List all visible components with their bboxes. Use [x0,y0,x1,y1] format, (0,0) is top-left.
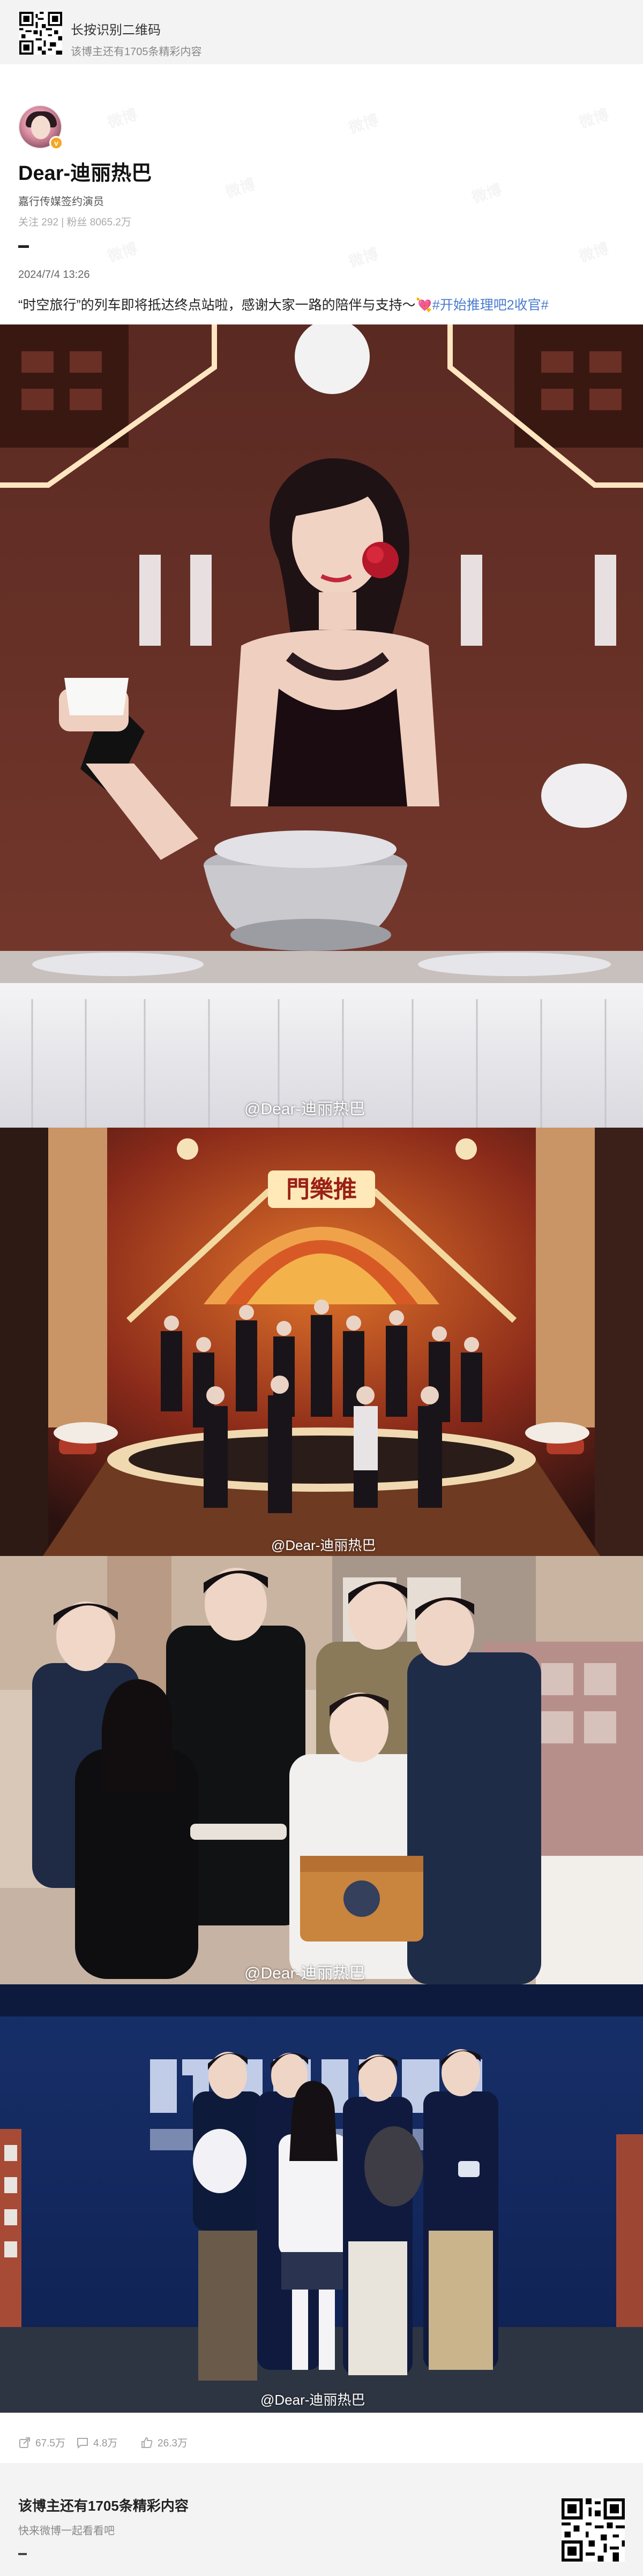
divider [18,2553,27,2555]
bottom-qr-banner [0,2463,643,2576]
bottom-banner-subtitle: 快来微博一起看看吧 [18,2525,115,2537]
post-body: “时空旅行”的列车即将抵达终点站啦，感谢大家一路的陪伴与支持～ [18,298,416,313]
banner-subtitle: 该博主还有1705条精彩内容 [71,46,202,58]
heart-emoji-icon: 💘 [415,298,432,313]
comment-icon [76,2436,89,2449]
photo-watermark: @Dear-迪丽热巴 [271,1537,376,1553]
top-qr-banner: 长按识别二维码 该博主还有1705条精彩内容 [0,0,643,64]
hashtag-link[interactable]: #开始推理吧2收官# [432,298,549,313]
post-photo-4[interactable]: @Dear-迪丽热巴 [0,1984,643,2413]
divider [18,245,29,248]
user-description: 嘉行传媒签约演员 [18,196,104,208]
bottom-banner-title: 该博主还有1705条精彩内容 [18,2498,189,2514]
like-button[interactable]: 26.3万 [140,2435,188,2450]
share-count: 67.5万 [35,2438,65,2449]
user-name[interactable]: Dear-迪丽热巴 [18,156,152,186]
comment-button[interactable]: 4.8万 [76,2435,117,2450]
photo-watermark: @Dear-迪丽热巴 [244,1100,365,1118]
post-photo-1[interactable]: @Dear-迪丽热巴 [0,324,643,1128]
photo-watermark: @Dear-迪丽热巴 [244,1965,365,1982]
verified-badge-icon: v [49,136,63,150]
stage-sign-text: 門樂推 [286,1176,357,1203]
share-icon [18,2436,31,2449]
photo-watermark: @Dear-迪丽热巴 [260,2392,365,2408]
comment-count: 4.8万 [93,2438,118,2449]
post-photo-3[interactable]: @Dear-迪丽热巴 [0,1556,643,1984]
post-text: “时空旅行”的列车即将抵达终点站啦，感谢大家一路的陪伴与支持～💘#开始推理吧2收… [18,296,629,315]
thumbs-up-icon [140,2436,153,2449]
qr-code-icon[interactable] [562,2498,625,2562]
user-stats: 关注 292 | 粉丝 8065.2万 [18,217,131,228]
post-timestamp: 2024/7/4 13:26 [18,269,90,281]
post-photo-2[interactable]: 門樂推 @Dear-迪丽热巴 [0,1128,643,1556]
banner-title: 长按识别二维码 [71,23,161,37]
like-count: 26.3万 [158,2438,188,2449]
share-button[interactable]: 67.5万 [18,2435,65,2450]
qr-code-icon[interactable] [19,12,62,55]
